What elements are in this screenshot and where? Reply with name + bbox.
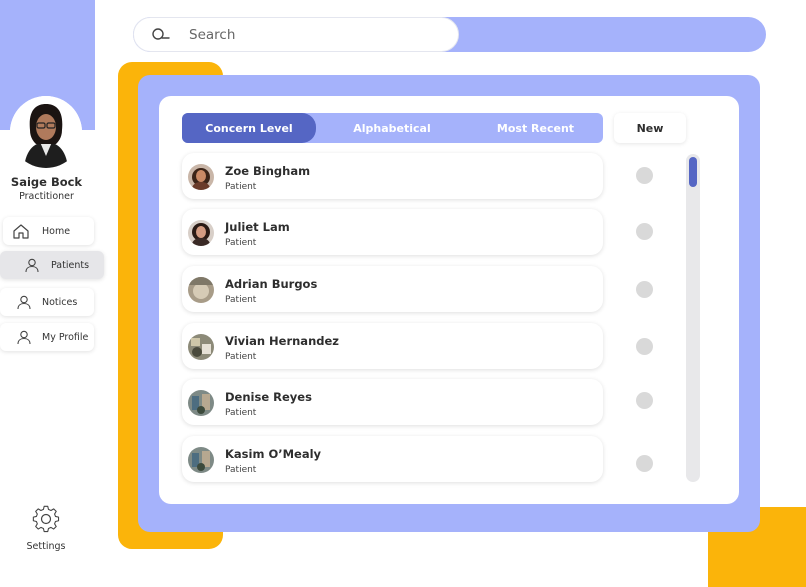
patient-row[interactable]: Zoe Bingham Patient	[182, 153, 603, 199]
patient-name: Adrian Burgos	[225, 277, 318, 291]
patient-role: Patient	[225, 465, 257, 475]
scrollbar-track[interactable]	[686, 154, 700, 482]
nav-item-label: My Profile	[42, 331, 89, 343]
search-bar[interactable]	[133, 17, 459, 52]
search-icon	[152, 27, 172, 43]
search-input[interactable]	[187, 25, 441, 44]
patient-avatar	[188, 334, 214, 360]
patient-row[interactable]: Denise Reyes Patient	[182, 379, 603, 425]
patient-row[interactable]: Juliet Lam Patient	[182, 209, 603, 255]
new-status-indicator	[636, 281, 653, 298]
patient-name: Vivian Hernandez	[225, 334, 339, 348]
scrollbar-thumb[interactable]	[689, 157, 697, 187]
new-status-indicator	[636, 392, 653, 409]
settings-label: Settings	[26, 541, 66, 552]
user-role: Practitioner	[19, 191, 74, 202]
patient-role: Patient	[225, 352, 257, 362]
person-icon	[16, 295, 32, 310]
patient-avatar	[188, 164, 214, 190]
patient-name: Kasim O’Mealy	[225, 447, 322, 461]
patient-name: Zoe Bingham	[225, 164, 311, 178]
patient-role: Patient	[225, 238, 257, 248]
patient-role: Patient	[225, 408, 257, 418]
patient-role: Patient	[225, 182, 257, 192]
person-icon	[16, 330, 32, 345]
nav-item-label: Home	[42, 225, 71, 237]
nav-item-my-profile[interactable]: My Profile	[0, 323, 94, 351]
new-status-indicator	[636, 338, 653, 355]
gear-icon	[32, 505, 60, 537]
patient-avatar	[188, 220, 214, 246]
patient-name: Denise Reyes	[225, 390, 312, 404]
tab-alphabetical[interactable]: Alphabetical	[316, 113, 468, 143]
patient-row[interactable]: Adrian Burgos Patient	[182, 266, 603, 312]
settings-button[interactable]: Settings	[15, 505, 77, 552]
patient-avatar	[188, 447, 214, 473]
nav-item-home[interactable]: Home	[3, 217, 94, 245]
nav-item-notices[interactable]: Notices	[0, 288, 94, 316]
nav-item-label: Patients	[51, 259, 90, 271]
nav-item-label: Notices	[42, 296, 78, 308]
patient-row[interactable]: Kasim O’Mealy Patient	[182, 436, 603, 482]
nav-item-patients[interactable]: Patients	[0, 251, 104, 279]
sort-tabs: Concern Level Alphabetical Most Recent	[182, 113, 603, 143]
patient-row[interactable]: Vivian Hernandez Patient	[182, 323, 603, 369]
patient-name: Juliet Lam	[225, 220, 290, 234]
home-icon	[11, 223, 31, 239]
patient-avatar	[188, 277, 214, 303]
tab-most-recent[interactable]: Most Recent	[468, 113, 603, 143]
patient-role: Patient	[225, 295, 257, 305]
new-column-header[interactable]: New	[614, 113, 686, 143]
tab-concern-level[interactable]: Concern Level	[182, 113, 316, 143]
person-icon	[24, 258, 40, 273]
new-status-indicator	[636, 167, 653, 184]
patient-avatar	[188, 390, 214, 416]
user-name: Saige Bock	[10, 175, 83, 189]
new-status-indicator	[636, 223, 653, 240]
new-status-indicator	[636, 455, 653, 472]
avatar[interactable]	[10, 96, 82, 168]
